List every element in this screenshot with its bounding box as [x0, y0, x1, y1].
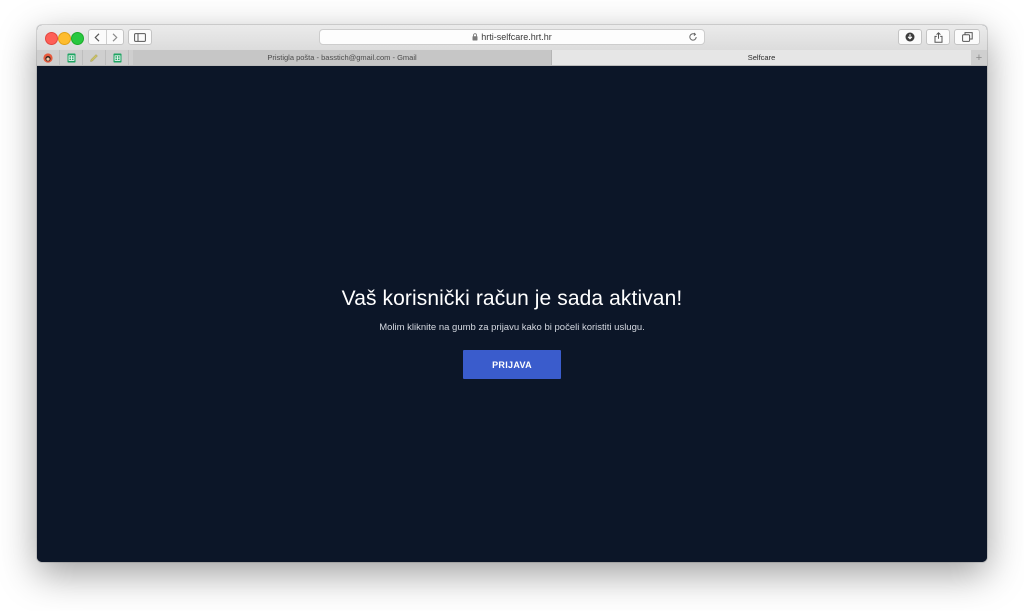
share-icon [934, 31, 942, 43]
sidebar-icon [134, 32, 146, 42]
sheets-icon [113, 53, 121, 62]
page-title: Vaš korisnički račun je sada aktivan! [341, 287, 683, 310]
tab-gmail[interactable]: Pristigla pošta - basstich@gmail.com - G… [133, 50, 552, 65]
share-button[interactable] [926, 29, 950, 45]
sidebar-toggle-button[interactable] [128, 29, 152, 45]
pinned-tab-sheets-1[interactable] [60, 50, 83, 65]
window-close-button[interactable] [45, 32, 58, 45]
chevron-right-icon [112, 32, 118, 42]
pinned-tab-avatar[interactable] [37, 50, 60, 65]
address-bar[interactable]: hrti-selfcare.hrt.hr [319, 29, 705, 45]
tabs-overview-icon [961, 32, 973, 42]
reload-icon[interactable] [688, 32, 698, 42]
back-button[interactable] [89, 30, 106, 44]
avatar-icon [43, 52, 53, 63]
chevron-left-icon [94, 32, 100, 42]
tab-selfcare[interactable]: Selfcare [552, 50, 971, 65]
pinned-tab-sheets-2[interactable] [106, 50, 129, 65]
lock-icon [472, 33, 478, 41]
download-icon [905, 32, 915, 42]
show-tabs-button[interactable] [954, 29, 980, 45]
pencil-icon [90, 53, 98, 62]
sheets-icon [67, 53, 75, 62]
page-subtitle: Molim kliknite na gumb za prijavu kako b… [379, 322, 645, 333]
browser-window: hrti-selfcare.hrt.hr Pristigla pošta - b… [37, 25, 987, 562]
url-text: hrti-selfcare.hrt.hr [481, 32, 552, 42]
window-zoom-button[interactable] [71, 32, 84, 45]
pinned-tab-pencil[interactable] [83, 50, 106, 65]
tab-bar: Pristigla pošta - basstich@gmail.com - G… [37, 50, 987, 66]
browser-toolbar: hrti-selfcare.hrt.hr [37, 25, 987, 51]
login-button[interactable]: PRIJAVA [463, 350, 561, 379]
window-minimize-button[interactable] [58, 32, 71, 45]
page-content: Vaš korisnički račun je sada aktivan! Mo… [37, 66, 987, 562]
forward-button[interactable] [106, 30, 123, 44]
downloads-button[interactable] [898, 29, 922, 45]
navigation-buttons [88, 29, 124, 45]
new-tab-button[interactable]: + [971, 50, 987, 65]
